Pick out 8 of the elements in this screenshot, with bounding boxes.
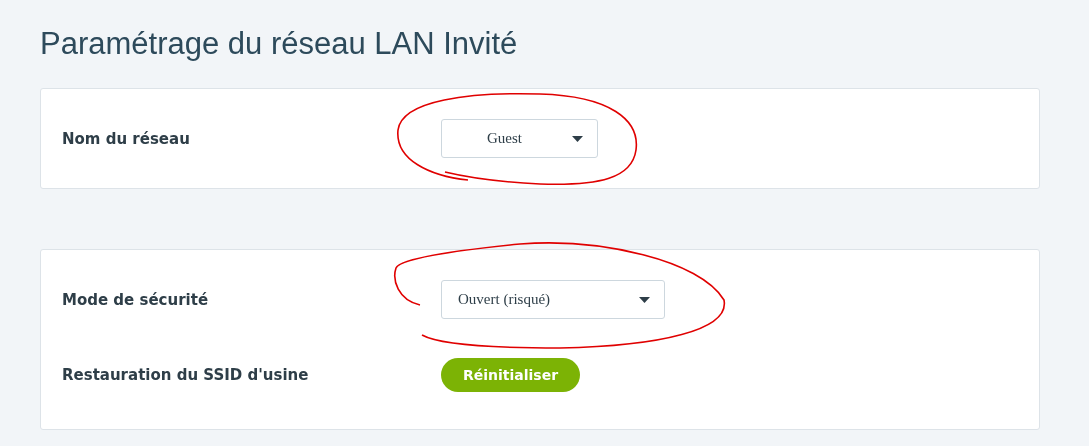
dropdown[interactable]: Guest [441,119,598,158]
field-label: Mode de sécurité [62,290,210,309]
page-title: Paramétrage du réseau LAN Invité [40,25,519,63]
caret-icon [572,135,583,142]
field-label: Nom du réseau [62,129,191,148]
caret-icon [639,296,650,303]
field-label: Restauration du SSID d'usine [62,365,310,384]
dropdown[interactable]: Ouvert (risqué) [441,280,665,319]
